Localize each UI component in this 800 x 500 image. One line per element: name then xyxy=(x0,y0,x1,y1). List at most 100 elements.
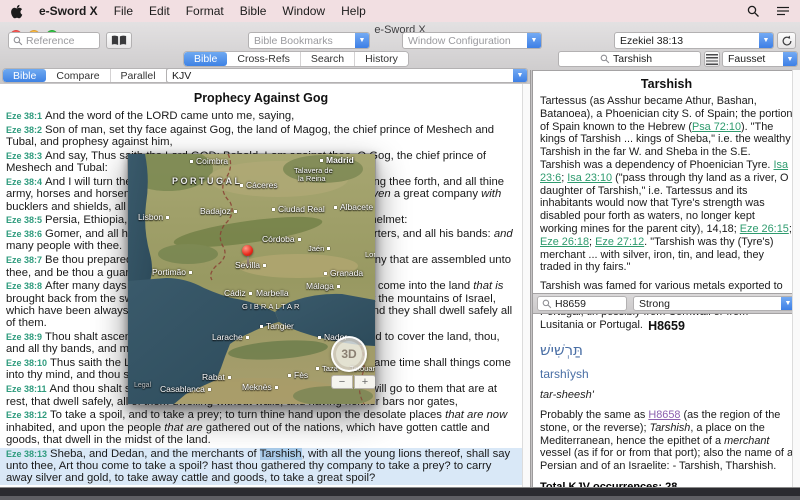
chevron-down-icon: ▼ xyxy=(759,33,773,48)
dictionary-source-dropdown[interactable]: Fausset ▼ xyxy=(722,51,798,67)
menu-bible[interactable]: Bible xyxy=(240,4,267,18)
strongs-source-dropdown[interactable]: Strong ▼ xyxy=(633,296,796,311)
map-label-mekn-s: Meknès xyxy=(242,382,278,392)
scripture-link-eze-26-18[interactable]: Eze 26:18 xyxy=(540,236,589,248)
bookmarks-book-button[interactable] xyxy=(106,32,132,49)
refresh-icon xyxy=(782,35,791,45)
dictionary-heading: Tarshish xyxy=(640,77,693,91)
verse-ref-link[interactable]: Eze 38:12 xyxy=(6,410,47,420)
verse-ref-link[interactable]: Eze 38:13 xyxy=(6,449,47,459)
map-label-c-ceres: Cáceres xyxy=(240,180,278,190)
verse-reference-dropdown[interactable]: Ezekiel 38:13 ▼ xyxy=(614,32,774,49)
verse-ref-link[interactable]: Eze 38:4 xyxy=(6,177,42,187)
scripture-link-eze-26-15[interactable]: Eze 26:15 xyxy=(740,223,789,235)
map-label-c-diz: Cádiz xyxy=(224,288,252,298)
verse-ref-link[interactable]: Eze 38:8 xyxy=(6,281,42,291)
view-tab-compare[interactable]: Compare xyxy=(46,69,111,82)
chevron-down-icon: ▼ xyxy=(355,33,369,48)
verse-ref-link[interactable]: Eze 38:7 xyxy=(6,255,42,265)
dictionary-list-button[interactable] xyxy=(704,51,720,67)
window-configuration-dropdown[interactable]: Window Configuration ▼ xyxy=(402,32,542,49)
verse-ref-link[interactable]: Eze 38:11 xyxy=(6,384,47,394)
dictionary-search-input[interactable]: Tarshish xyxy=(558,51,701,67)
verse-eze-38-1: Eze 38:1 And the word of the LORD came un… xyxy=(6,110,295,122)
verse-ref-link[interactable]: Eze 38:6 xyxy=(6,229,42,239)
map-label-la-reina: la Reina xyxy=(298,174,326,183)
map-label-larache: Larache xyxy=(212,332,249,342)
strongs-search-input[interactable]: H8659 xyxy=(537,296,627,311)
translation-dropdown[interactable]: KJV ▼ xyxy=(166,68,528,83)
dictionary-paragraph: Tartessus (as Asshur became Athur, Basha… xyxy=(540,95,793,274)
scripture-link-h8658[interactable]: H8658 xyxy=(648,409,680,421)
verse-ref-link[interactable]: Eze 38:3 xyxy=(6,151,42,161)
map-label-sevilla: Sevilla xyxy=(235,260,266,270)
verse-ref-link[interactable]: Eze 38:1 xyxy=(6,111,42,121)
menu-window[interactable]: Window xyxy=(282,4,325,18)
view-tab-parallel[interactable]: Parallel xyxy=(110,69,167,82)
open-book-icon xyxy=(111,35,127,45)
tab-search[interactable]: Search xyxy=(300,52,356,66)
window-bottom-edge xyxy=(0,487,800,500)
bible-bookmarks-dropdown[interactable]: Bible Bookmarks ▼ xyxy=(248,32,370,49)
tab-bible[interactable]: Bible xyxy=(184,52,228,66)
apple-menu-icon[interactable] xyxy=(10,4,23,19)
menu-help[interactable]: Help xyxy=(341,4,366,18)
map-label-tangier: Tangier xyxy=(260,321,294,331)
map-label-madrid: Madrid xyxy=(320,155,354,165)
scripture-link-psa-72-10[interactable]: Psa 72:10 xyxy=(692,121,741,133)
search-icon xyxy=(600,54,610,64)
menu-edit[interactable]: Edit xyxy=(149,4,170,18)
verse-eze-38-13: Eze 38:13 Sheba, and Dedan, and the merch… xyxy=(0,447,522,485)
bible-panel-tabs: Bible Cross-Refs Search History xyxy=(183,51,409,67)
tab-cross-refs[interactable]: Cross-Refs xyxy=(227,52,301,66)
scripture-link-isa-23-10[interactable]: Isa 23:10 xyxy=(567,172,612,184)
map-label-portim-o: Portimão xyxy=(152,267,192,277)
study-panel: Tarshish Tartessus (as Asshur became Ath… xyxy=(533,70,800,487)
study-panel-scrollbar[interactable] xyxy=(792,70,800,487)
bible-scrollbar[interactable] xyxy=(522,84,530,487)
verse-ref-link[interactable]: Eze 38:10 xyxy=(6,358,47,368)
strongs-toolbar: H8659 Strong ▼ xyxy=(533,293,800,314)
verse-ref-link[interactable]: Eze 38:9 xyxy=(6,332,42,342)
verse-eze-38-12: Eze 38:12 To take a spoil, and to take a … xyxy=(6,409,508,446)
strongs-transliteration: tarshîysh xyxy=(540,367,589,381)
map-pin-sevilla[interactable] xyxy=(242,245,253,256)
map-legal-link[interactable]: Legal xyxy=(134,382,151,389)
strongs-pronunciation: tar-sheesh' xyxy=(540,389,594,401)
map-label-marbella: Marbella xyxy=(256,288,289,298)
tab-history[interactable]: History xyxy=(355,52,408,66)
map-label-portugal: PORTUGAL xyxy=(172,176,243,186)
selected-word: Tarshish xyxy=(259,447,302,460)
search-icon xyxy=(13,36,23,45)
map-zoom-out-button[interactable]: − xyxy=(331,375,353,389)
menu-file[interactable]: File xyxy=(114,4,133,18)
map-zoom-in-button[interactable]: + xyxy=(354,375,375,389)
map-label-ja-n: Jaén xyxy=(308,244,330,253)
chevron-down-icon: ▼ xyxy=(513,69,527,82)
verse-ref-link[interactable]: Eze 38:2 xyxy=(6,125,42,135)
strongs-panel: H8659 תַּרְשִׁישׁ tarshîysh tar-sheesh' … xyxy=(533,315,800,487)
verse-eze-38-2: Eze 38:2 Son of man, set thy face against… xyxy=(6,123,495,149)
map-label-rabat: Rabat xyxy=(202,372,231,382)
spotlight-search-icon[interactable] xyxy=(747,5,760,18)
passage-heading: Prophecy Against Gog xyxy=(193,91,329,105)
map-label-badajoz: Badajoz xyxy=(200,206,237,216)
map-label-lorca: Lorca xyxy=(365,250,376,259)
strongs-heading: H8659 xyxy=(648,319,685,333)
map-label-lisbon: Lisbon xyxy=(138,212,169,222)
verse-ref-link[interactable]: Eze 38:5 xyxy=(6,215,42,225)
notification-center-icon[interactable] xyxy=(776,5,790,17)
map-label-c-rdoba: Córdoba xyxy=(262,234,301,244)
map-label-m-laga: Málaga xyxy=(306,281,340,291)
map-3d-button[interactable]: 3D xyxy=(331,336,367,372)
reference-search-input[interactable]: Reference xyxy=(8,32,100,49)
chevron-down-icon: ▼ xyxy=(783,52,797,66)
scripture-link-eze-27-12[interactable]: Eze 27:12 xyxy=(595,236,644,248)
map-label-ciudad-real: Ciudad Real xyxy=(272,204,325,214)
view-tab-bible[interactable]: Bible xyxy=(3,69,47,82)
menu-app[interactable]: e-Sword X xyxy=(39,4,98,18)
menu-format[interactable]: Format xyxy=(186,4,224,18)
strongs-hebrew-word: תַּרְשִׁישׁ xyxy=(540,341,583,359)
menu-bar: e-Sword X File Edit Format Bible Window … xyxy=(0,0,800,22)
sync-button[interactable] xyxy=(777,32,796,49)
